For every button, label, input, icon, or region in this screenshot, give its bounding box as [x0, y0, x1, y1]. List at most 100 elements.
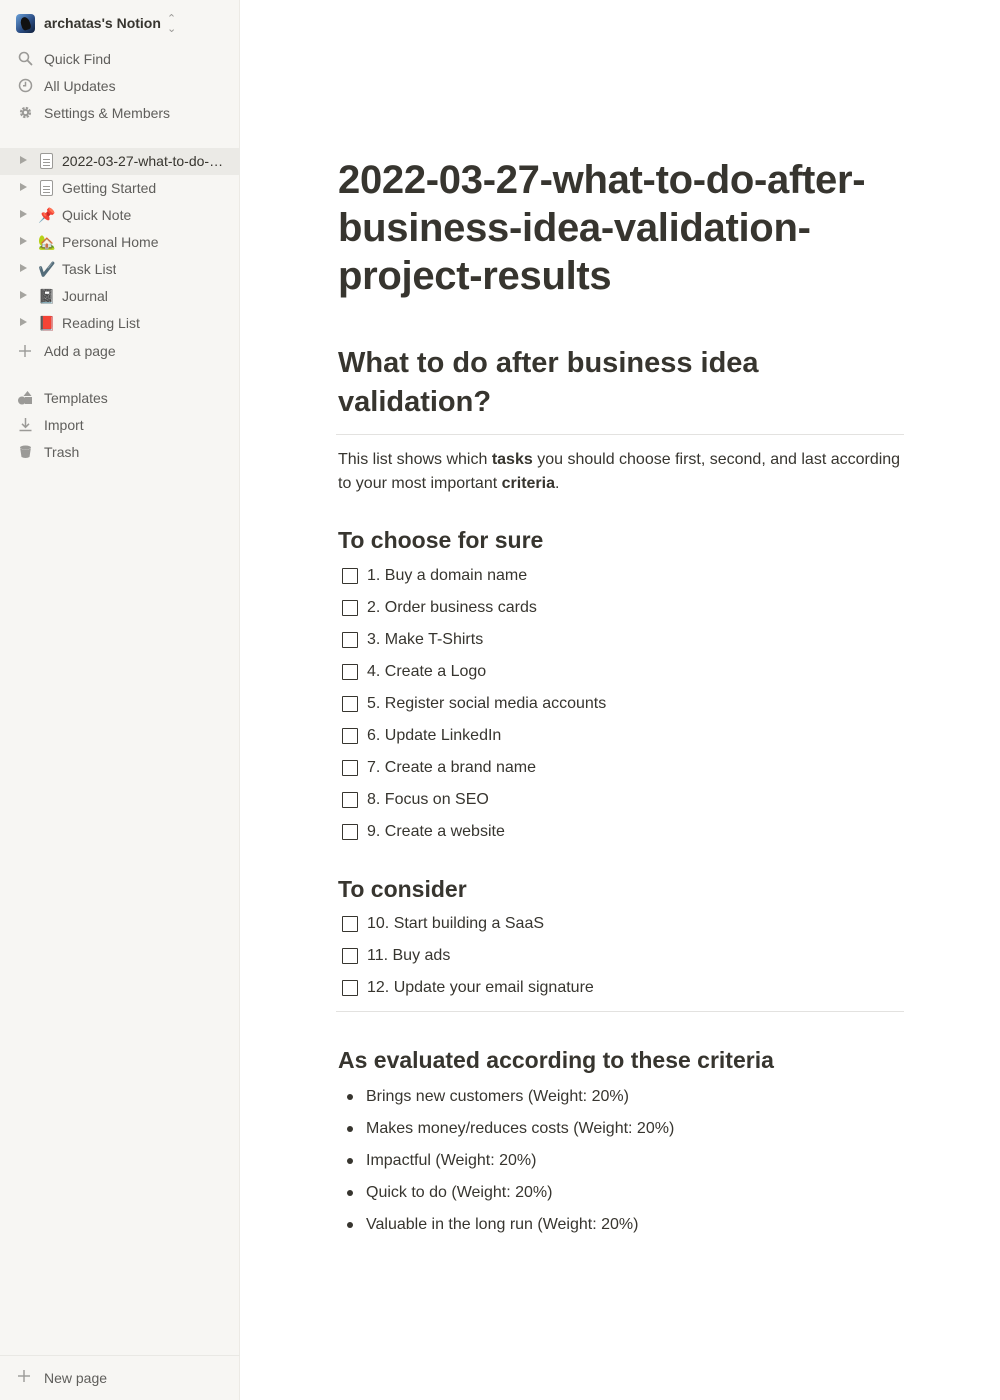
expand-triangle-icon[interactable]	[20, 318, 27, 326]
new-page-label: New page	[44, 1370, 108, 1386]
checkbox[interactable]	[342, 728, 358, 744]
page-icon	[38, 153, 55, 170]
list-item: Valuable in the long run (Weight: 20%)	[338, 1209, 904, 1241]
nav-trash-label: Trash	[44, 443, 80, 460]
todo-text[interactable]: 10. Start building a SaaS	[367, 915, 544, 933]
expand-triangle-icon[interactable]	[20, 183, 27, 191]
add-page-button[interactable]: Add a page	[0, 337, 240, 364]
nav-trash[interactable]: Trash	[0, 438, 240, 465]
main-heading[interactable]: What to do after business idea validatio…	[338, 344, 904, 422]
checkbox[interactable]	[342, 632, 358, 648]
sidebar-page-label: Quick Note	[62, 207, 132, 223]
todo-text[interactable]: 1. Buy a domain name	[367, 567, 527, 585]
expand-triangle-icon[interactable]	[20, 291, 27, 299]
nav-settings-members[interactable]: Settings & Members	[0, 99, 240, 126]
todo-text[interactable]: 3. Make T-Shirts	[367, 631, 483, 649]
expand-triangle-icon[interactable]	[20, 156, 27, 164]
intro-bold-criteria: criteria	[501, 475, 555, 492]
todo-text[interactable]: 7. Create a brand name	[367, 759, 536, 777]
page-title[interactable]: 2022-03-27-what-to-do-after-business-ide…	[338, 156, 904, 300]
house-icon: 🏡	[38, 234, 56, 250]
todo-item: 6. Update LinkedIn	[338, 720, 904, 752]
import-icon	[17, 417, 33, 433]
sidebar-page-getting-started[interactable]: Getting Started	[0, 175, 240, 202]
nav-templates[interactable]: Templates	[0, 384, 240, 411]
todo-text[interactable]: 12. Update your email signature	[367, 979, 594, 997]
list-item: Quick to do (Weight: 20%)	[338, 1177, 904, 1209]
section-heading-choose[interactable]: To choose for sure	[338, 527, 543, 554]
sidebar-page-label: Reading List	[62, 315, 140, 331]
expand-triangle-icon[interactable]	[20, 264, 27, 272]
todo-text[interactable]: 4. Create a Logo	[367, 663, 486, 681]
nav-templates-label: Templates	[44, 389, 108, 406]
sidebar-page-label: Journal	[62, 288, 108, 304]
intro-text: This list shows which	[338, 451, 492, 468]
book-icon: 📕	[38, 315, 56, 331]
sidebar-page-quick-note[interactable]: 📌 Quick Note	[0, 202, 240, 229]
expand-triangle-icon[interactable]	[20, 237, 27, 245]
checkbox[interactable]	[342, 696, 358, 712]
intro-paragraph[interactable]: This list shows which tasks you should c…	[338, 448, 904, 496]
sidebar-page-personal-home[interactable]: 🏡 Personal Home	[0, 229, 240, 256]
checkbox[interactable]	[342, 760, 358, 776]
workspace-avatar	[16, 13, 35, 33]
list-item-text[interactable]: Impactful (Weight: 20%)	[366, 1152, 536, 1170]
nav-quick-find[interactable]: Quick Find	[0, 45, 240, 72]
list-item-text[interactable]: Quick to do (Weight: 20%)	[366, 1184, 552, 1202]
todo-item: 8. Focus on SEO	[338, 784, 904, 816]
todo-text[interactable]: 2. Order business cards	[367, 599, 537, 617]
checkbox[interactable]	[342, 916, 358, 932]
todo-item: 3. Make T-Shirts	[338, 624, 904, 656]
trash-icon	[17, 444, 33, 460]
list-item-text[interactable]: Valuable in the long run (Weight: 20%)	[366, 1216, 638, 1234]
section-heading-criteria[interactable]: As evaluated according to these criteria	[338, 1047, 774, 1074]
nav-import[interactable]: Import	[0, 411, 240, 438]
checkbox[interactable]	[342, 600, 358, 616]
todo-text[interactable]: 9. Create a website	[367, 823, 505, 841]
list-item-text[interactable]: Brings new customers (Weight: 20%)	[366, 1088, 629, 1106]
new-page-button[interactable]: New page	[0, 1355, 240, 1400]
bullet-dot	[347, 1126, 353, 1132]
sidebar-page-journal[interactable]: 📓 Journal	[0, 283, 240, 310]
checkbox[interactable]	[342, 980, 358, 996]
list-item-text[interactable]: Makes money/reduces costs (Weight: 20%)	[366, 1120, 674, 1138]
nav-settings-members-label: Settings & Members	[44, 104, 171, 121]
checkbox[interactable]	[342, 792, 358, 808]
todo-text[interactable]: 8. Focus on SEO	[367, 791, 489, 809]
gear-icon	[17, 105, 33, 121]
section-heading-consider[interactable]: To consider	[338, 876, 467, 903]
check-icon: ✔️	[38, 261, 56, 277]
search-icon	[17, 51, 33, 67]
sidebar-page-current[interactable]: 2022-03-27-what-to-do-after-business-ide…	[0, 148, 240, 175]
todo-item: 5. Register social media accounts	[338, 688, 904, 720]
plus-icon	[17, 343, 33, 359]
todo-item: 11. Buy ads	[338, 940, 904, 972]
todo-item: 4. Create a Logo	[338, 656, 904, 688]
list-item: Makes money/reduces costs (Weight: 20%)	[338, 1113, 904, 1145]
todo-text[interactable]: 11. Buy ads	[367, 947, 450, 965]
intro-bold-tasks: tasks	[491, 451, 533, 468]
clock-icon	[17, 78, 33, 94]
checkbox[interactable]	[342, 948, 358, 964]
todo-item: 9. Create a website	[338, 816, 904, 848]
todo-text[interactable]: 6. Update LinkedIn	[367, 727, 501, 745]
sidebar-page-reading-list[interactable]: 📕 Reading List	[0, 310, 240, 337]
workspace-name: archatas's Notion	[44, 15, 161, 31]
workspace-switcher[interactable]: archatas's Notion ⌃ ⌃	[16, 12, 176, 34]
checkbox[interactable]	[342, 568, 358, 584]
nav-all-updates[interactable]: All Updates	[0, 72, 240, 99]
checkbox[interactable]	[342, 664, 358, 680]
checkbox[interactable]	[342, 824, 358, 840]
add-page-label: Add a page	[44, 342, 116, 359]
todo-text[interactable]: 5. Register social media accounts	[367, 695, 606, 713]
expand-triangle-icon[interactable]	[20, 210, 27, 218]
sidebar-page-label: Getting Started	[62, 180, 157, 196]
sidebar-page-task-list[interactable]: ✔️ Task List	[0, 256, 240, 283]
notebook-icon: 📓	[38, 288, 56, 304]
sidebar-page-label: 2022-03-27-what-to-do-after-business-ide…	[62, 153, 226, 169]
nav-all-updates-label: All Updates	[44, 77, 116, 94]
bullet-dot	[347, 1190, 353, 1196]
list-item: Brings new customers (Weight: 20%)	[338, 1081, 904, 1113]
page-icon	[38, 180, 55, 197]
sidebar-page-label: Personal Home	[62, 234, 159, 250]
